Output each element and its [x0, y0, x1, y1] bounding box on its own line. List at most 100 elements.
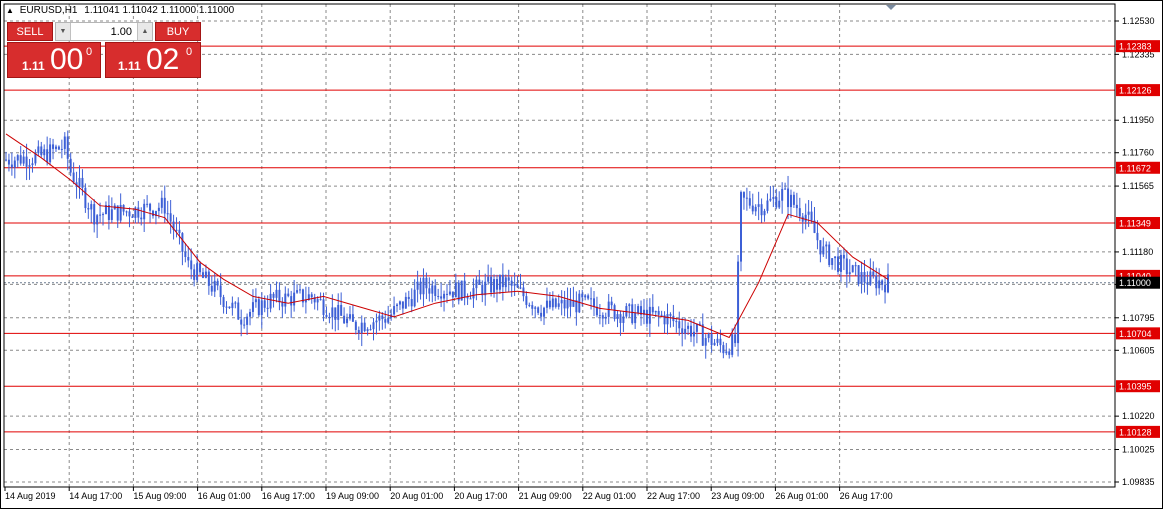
candle-body	[534, 307, 537, 309]
candle-body	[804, 214, 807, 222]
buy-price-box[interactable]: 1.11 02 0	[105, 42, 201, 78]
candle-body	[528, 304, 531, 306]
lot-increase-icon[interactable]: ▲	[137, 23, 152, 40]
x-tick-label: 22 Aug 01:00	[583, 491, 636, 501]
candle-body	[137, 207, 140, 218]
level-price-label: 1.12126	[1119, 86, 1152, 96]
candle-body	[851, 265, 854, 273]
candle-body	[757, 204, 760, 207]
y-tick-label: 1.12530	[1122, 16, 1155, 26]
candle-body	[396, 304, 399, 307]
candle-body	[660, 314, 663, 316]
candle-body	[681, 328, 684, 334]
lot-size-input[interactable]	[71, 24, 137, 39]
candle-body	[554, 298, 557, 307]
candle-body	[231, 302, 234, 309]
candle-body	[760, 204, 763, 216]
candle-body	[246, 316, 249, 325]
candle-body	[651, 306, 654, 313]
horizontal-level-lines	[4, 45, 1115, 433]
candle-body	[222, 297, 225, 307]
candle-body	[131, 216, 134, 218]
candle-body	[237, 302, 240, 320]
candle-body	[407, 296, 410, 300]
buy-button[interactable]: BUY	[155, 22, 201, 41]
candle-body	[340, 304, 343, 316]
sell-price-fraction: 0	[86, 46, 93, 58]
candle-body	[440, 296, 443, 299]
candle-body	[278, 289, 281, 303]
sell-price-box[interactable]: 1.11 00 0	[7, 42, 101, 78]
candle-body	[798, 208, 801, 217]
candle-body	[296, 290, 299, 293]
candle-body	[251, 302, 254, 312]
moving-average-line	[5, 133, 889, 339]
y-tick-label: 1.10220	[1122, 411, 1155, 421]
sell-price-pips: 00	[50, 43, 84, 76]
candle-body	[184, 251, 187, 258]
candle-body	[401, 301, 404, 309]
candle-body	[254, 299, 257, 303]
candle-body	[678, 321, 681, 329]
candle-body	[157, 207, 160, 212]
candle-body	[478, 279, 481, 285]
lot-decrease-icon[interactable]: ▼	[56, 23, 71, 40]
candle-body	[504, 277, 507, 288]
candle-body	[416, 281, 419, 290]
candle-body	[501, 274, 504, 288]
candle-body	[175, 229, 178, 231]
x-tick-label: 22 Aug 17:00	[647, 491, 700, 501]
candle-body	[63, 136, 66, 149]
candle-body	[293, 292, 296, 306]
candle-body	[584, 295, 587, 298]
buy-price-fraction: 0	[186, 46, 193, 58]
candle-body	[25, 156, 28, 167]
candle-body	[695, 323, 698, 332]
candle-body	[443, 293, 446, 299]
candle-body	[684, 328, 687, 334]
candle-body	[551, 298, 554, 308]
candle-body	[90, 204, 93, 210]
candle-body	[107, 205, 110, 220]
candle-body	[163, 197, 166, 214]
candle-body	[863, 272, 866, 283]
candle-body	[216, 280, 219, 286]
candle-body	[869, 271, 872, 285]
candle-body	[525, 296, 528, 305]
candle-body	[507, 277, 510, 281]
time-axis: 14 Aug 2019 14 Aug 17:00 15 Aug 09:00 16 Au…	[5, 491, 893, 501]
candle-body	[810, 211, 813, 221]
candle-body	[16, 155, 19, 161]
candle-body	[10, 164, 13, 168]
candle-body	[149, 203, 152, 211]
candle-body	[484, 281, 487, 296]
x-tick-label: 20 Aug 01:00	[390, 491, 443, 501]
sell-price-prefix: 1.11	[22, 59, 45, 73]
candle-body	[363, 322, 366, 332]
candle-body	[725, 351, 728, 354]
x-tick-label: 21 Aug 09:00	[519, 491, 572, 501]
candle-body	[284, 293, 287, 307]
candle-body	[210, 285, 213, 292]
candle-body	[469, 298, 472, 300]
chart-shift-marker	[886, 5, 896, 10]
lot-size-field[interactable]: ▼ ▲	[55, 22, 153, 41]
candle-body	[772, 197, 775, 199]
candle-body	[348, 314, 351, 319]
candle-body	[225, 306, 228, 308]
candle-body	[54, 146, 57, 149]
level-price-label: 1.11349	[1119, 219, 1151, 229]
candle-body	[249, 311, 252, 317]
candle-body	[560, 299, 563, 304]
candle-body	[581, 293, 584, 298]
collapse-triangle-icon[interactable]: ▲	[6, 6, 14, 15]
candle-body	[792, 194, 795, 205]
candle-body	[290, 296, 293, 306]
candle-body	[666, 314, 669, 325]
sell-button[interactable]: SELL	[7, 22, 53, 41]
candle-body	[72, 172, 75, 183]
candle-body	[516, 283, 519, 288]
candle-body	[325, 314, 328, 317]
candle-body	[866, 282, 869, 285]
candle-body	[181, 233, 184, 252]
